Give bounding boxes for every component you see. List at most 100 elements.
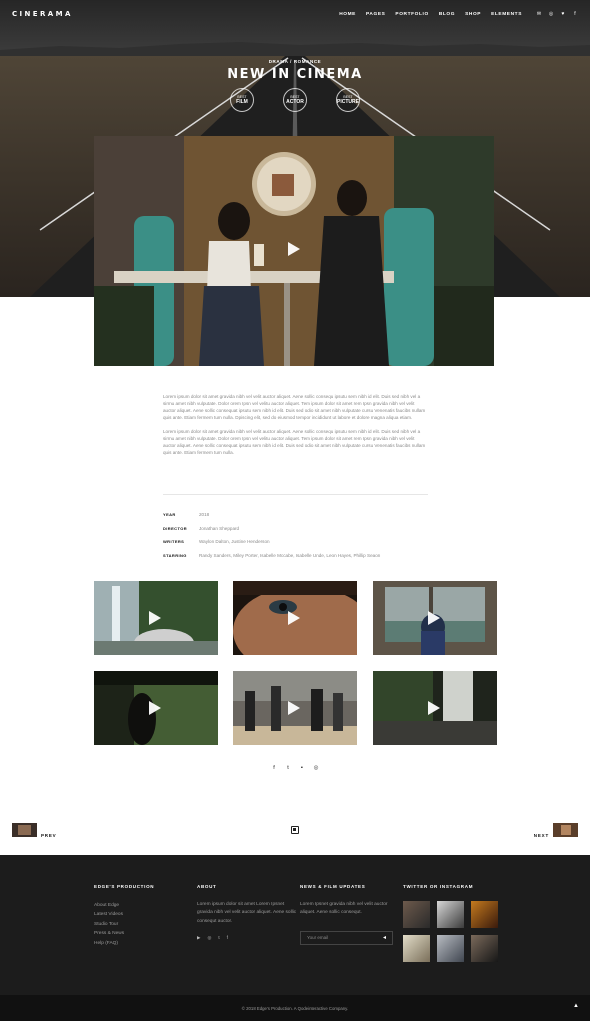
newsletter-email-field[interactable]: Your email ◂ [300, 930, 393, 945]
youtube-icon[interactable]: ▶ [197, 935, 200, 941]
feed-image[interactable] [471, 901, 498, 928]
play-icon[interactable] [428, 611, 440, 625]
page-title: NEW IN CINEMA [227, 67, 363, 82]
footer-about-text: Lorem ipsum dolor sit amet Lorem Ipsnet … [197, 902, 297, 924]
detail-value: Randy Sanders, Miley Porter, Isabelle Mc… [199, 552, 381, 558]
footer-link[interactable]: About Edge [94, 901, 154, 910]
detail-label: WRITERS [163, 539, 185, 545]
feed-image[interactable] [403, 935, 430, 962]
description-paragraph: Lorem ipsum dolor sit amet gravida nibh … [163, 394, 426, 420]
footer-link[interactable]: Help (FAQ) [94, 939, 154, 948]
next-label[interactable]: NEXT [534, 833, 549, 838]
footer-link[interactable]: Latest Videos [94, 910, 154, 919]
prev-label[interactable]: PREV [41, 833, 56, 838]
play-icon[interactable] [288, 611, 300, 625]
facebook-icon[interactable]: f [572, 11, 578, 17]
site-logo[interactable]: CINERAMA [12, 10, 73, 18]
instagram-feed [403, 901, 498, 962]
detail-label: DIRECTOR [163, 525, 188, 531]
award-main: FILM [236, 99, 248, 105]
detail-value: Jonathan Sheppard [199, 525, 240, 531]
top-navigation-bar: CINERAMA HOME PAGES PORTFOLIO BLOG SHOP … [0, 0, 590, 28]
play-icon[interactable] [288, 701, 300, 715]
email-placeholder[interactable]: Your email [307, 935, 383, 940]
detail-row: STARRING Randy Sanders, Miley Porter, Is… [163, 549, 428, 563]
gallery-video-thumb[interactable] [373, 581, 497, 655]
footer-column-about: ABOUT Lorem ipsum dolor sit amet Lorem I… [197, 884, 297, 941]
footer-heading: ABOUT [197, 884, 217, 889]
prev-project-link[interactable]: PREV [12, 823, 60, 838]
nav-home[interactable]: HOME [339, 12, 356, 17]
description: Lorem ipsum dolor sit amet gravida nibh … [163, 393, 428, 463]
detail-row: YEAR 2018 [163, 508, 428, 522]
share-icons: f t ▪ ◎ [0, 765, 590, 771]
award-badge: BEST ACTOR [283, 88, 307, 112]
detail-row: DIRECTOR Jonathan Sheppard [163, 522, 428, 536]
facebook-icon[interactable]: f [227, 935, 228, 941]
instagram-icon[interactable]: ◎ [313, 765, 319, 771]
featured-video[interactable] [94, 136, 494, 366]
nav-portfolio[interactable]: PORTFOLIO [395, 12, 428, 17]
next-thumbnail [553, 823, 578, 837]
award-badge: BEST FILM [230, 88, 254, 112]
detail-row: WRITERS Waylon Dalton, Justine Henderson [163, 535, 428, 549]
twitter-icon[interactable]: t [285, 765, 291, 771]
twitter-icon[interactable]: ♥ [560, 11, 566, 17]
footer-heading: TWITTER OR INSTAGRAM [403, 884, 474, 889]
play-icon[interactable] [288, 242, 300, 256]
description-paragraph: Lorem ipsum dolor sit amet gravida nibh … [163, 429, 426, 455]
detail-label: YEAR [163, 512, 176, 518]
play-icon[interactable] [149, 701, 161, 715]
footer-news-text: Lorem Ipsnet gravida nibh vel velit auct… [300, 902, 388, 916]
nav-elements[interactable]: ELEMENTS [491, 12, 522, 17]
gallery-video-thumb[interactable] [94, 581, 218, 655]
mail-icon[interactable]: ✉ [536, 11, 542, 17]
footer-link[interactable]: Press & News [94, 929, 154, 938]
gallery-video-thumb[interactable] [373, 671, 497, 745]
gallery-video-thumb[interactable] [233, 581, 357, 655]
footer: EDGE'S PRODUCTION About Edge Latest Vide… [0, 855, 590, 995]
award-main: ACTOR [286, 99, 304, 105]
instagram-icon[interactable]: ◎ [207, 935, 211, 941]
gallery-video-thumb[interactable] [94, 671, 218, 745]
nav-shop[interactable]: SHOP [465, 12, 481, 17]
award-badges: BEST FILM BEST ACTOR BEST PICTURE [0, 88, 590, 112]
feed-image[interactable] [403, 901, 430, 928]
hero-category: DRAMA / ROMANCE [268, 59, 322, 64]
play-icon[interactable] [149, 611, 161, 625]
copyright-bar: © 2018 Edge's Production. A Qodeinteract… [0, 995, 590, 1021]
play-icon[interactable] [428, 701, 440, 715]
copyright-text: © 2018 Edge's Production. A Qodeinteract… [241, 1005, 349, 1011]
footer-column-news: NEWS & FILM UPDATES Lorem Ipsnet gravida… [300, 884, 400, 945]
nav-pages[interactable]: PAGES [366, 12, 385, 17]
feed-image[interactable] [437, 901, 464, 928]
facebook-icon[interactable]: f [271, 765, 277, 771]
instagram-icon[interactable]: ◎ [548, 11, 554, 17]
award-main: PICTURE [337, 99, 359, 105]
feed-image[interactable] [437, 935, 464, 962]
footer-column-production: EDGE'S PRODUCTION About Edge Latest Vide… [94, 884, 154, 948]
footer-heading: NEWS & FILM UPDATES [300, 884, 366, 889]
footer-link[interactable]: Studio Tour [94, 920, 154, 929]
footer-column-social-feed: TWITTER OR INSTAGRAM [403, 884, 498, 962]
footer-heading: EDGE'S PRODUCTION [94, 884, 155, 889]
nav-blog[interactable]: BLOG [439, 12, 455, 17]
twitter-icon[interactable]: t [218, 935, 219, 941]
flickr-icon[interactable]: ▪ [299, 765, 305, 771]
footer-social-icons: ▶ ◎ t f [197, 935, 297, 941]
prev-thumbnail [12, 823, 37, 837]
nav-social-icons: ✉ ◎ ♥ f [536, 11, 578, 17]
detail-label: STARRING [163, 552, 187, 558]
send-icon[interactable]: ◂ [383, 934, 386, 941]
detail-value: Waylon Dalton, Justine Henderson [199, 539, 270, 545]
divider [163, 494, 428, 495]
grid-icon[interactable] [291, 826, 299, 834]
next-project-link[interactable]: NEXT [530, 823, 578, 838]
gallery-video-thumb[interactable] [233, 671, 357, 745]
movie-details: YEAR 2018 DIRECTOR Jonathan Sheppard WRI… [163, 508, 428, 562]
award-badge: BEST PICTURE [336, 88, 360, 112]
back-to-top-icon[interactable]: ▲ [573, 1003, 579, 1009]
main-nav: HOME PAGES PORTFOLIO BLOG SHOP ELEMENTS [339, 12, 522, 17]
feed-image[interactable] [471, 935, 498, 962]
detail-value: 2018 [199, 512, 210, 518]
